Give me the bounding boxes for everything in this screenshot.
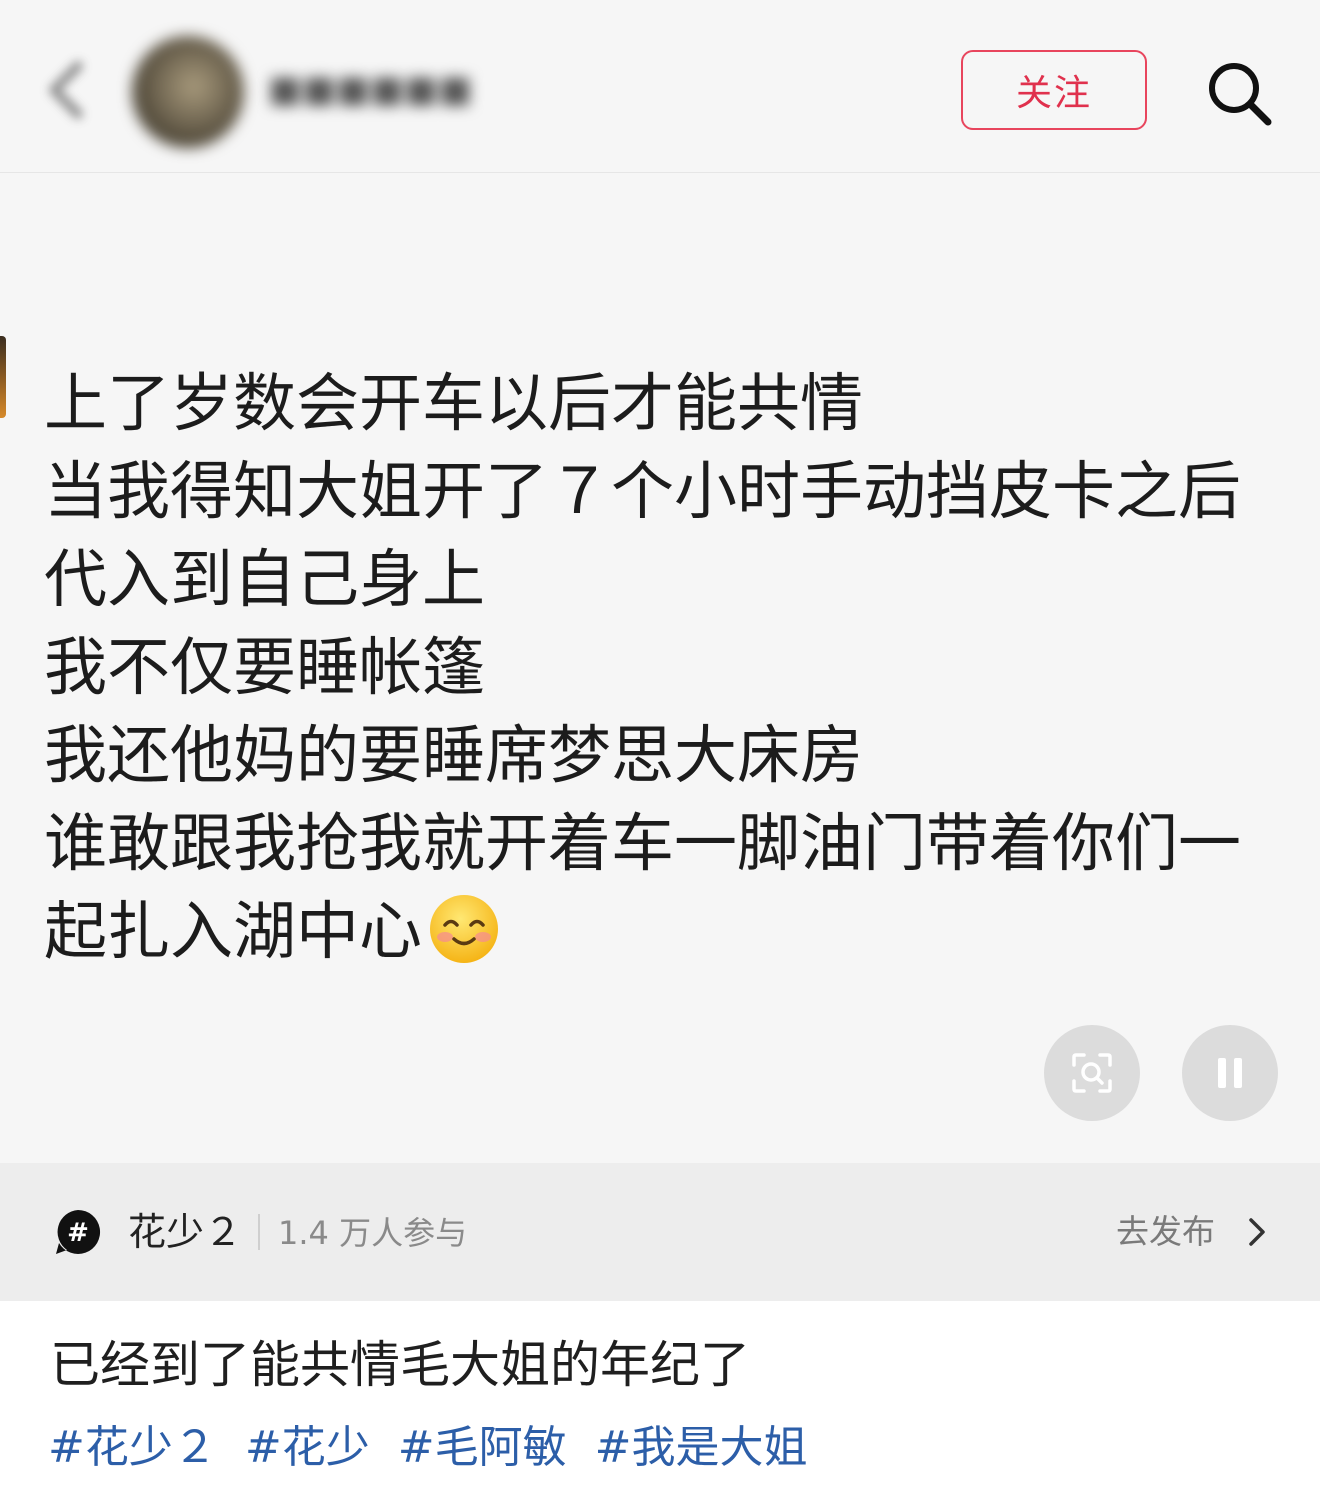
post-line: 上了岁数会开车以后才能共情 xyxy=(44,367,863,440)
topic-divider xyxy=(258,1214,260,1250)
tag-list: #花少２ #花少 #毛阿敏 #我是大姐 xyxy=(48,1418,822,1478)
post-line: 我不仅要睡帐篷 xyxy=(44,631,485,704)
post-line: 代入到自己身上 xyxy=(44,543,485,616)
post-line: 我还他妈的要睡席梦思大床房 xyxy=(44,719,863,792)
smiling-face-with-blush-emoji xyxy=(430,895,498,963)
tag-link[interactable]: #花少２ xyxy=(48,1422,217,1473)
search-icon xyxy=(1209,63,1272,126)
image-search-icon xyxy=(1072,1053,1112,1093)
svg-text:#: # xyxy=(67,1218,89,1248)
topic-participants: 1.4 万人参与 xyxy=(278,1214,468,1252)
avatar[interactable] xyxy=(132,36,244,148)
post-line: 当我得知大姐开了７个小时手动挡皮卡之后 xyxy=(44,455,1241,528)
side-thumbnail-edge xyxy=(0,336,6,418)
chevron-left-icon xyxy=(49,61,83,119)
search-button[interactable] xyxy=(1204,58,1274,128)
pause-button[interactable] xyxy=(1182,1025,1278,1121)
tag-link[interactable]: #我是大姐 xyxy=(595,1422,808,1473)
pause-icon xyxy=(1218,1058,1242,1088)
tag-link[interactable]: #毛阿敏 xyxy=(398,1422,567,1473)
publish-link[interactable]: 去发布 xyxy=(1116,1207,1215,1257)
post-text: 上了岁数会开车以后才能共情 当我得知大姐开了７个小时手动挡皮卡之后 代入到自己身… xyxy=(44,360,1294,976)
back-button[interactable] xyxy=(40,58,96,122)
post-line-last: 起扎入湖中心 xyxy=(44,888,1294,976)
post-line-text: 起扎入湖中心 xyxy=(44,895,422,968)
chevron-right-icon[interactable] xyxy=(1244,1216,1270,1248)
post-line: 谁敢跟我抢我就开着车一脚油门带着你们一 xyxy=(44,807,1241,880)
username[interactable]: ■■■■■■ xyxy=(268,68,472,112)
post-title: 已经到了能共情毛大姐的年纪了 xyxy=(50,1336,750,1394)
topic-name[interactable]: 花少２ xyxy=(128,1206,242,1258)
image-search-button[interactable] xyxy=(1044,1025,1140,1121)
tag-link[interactable]: #花少 xyxy=(245,1422,370,1473)
hashtag-icon: # xyxy=(56,1209,101,1254)
follow-button[interactable]: 关注 xyxy=(961,50,1147,130)
